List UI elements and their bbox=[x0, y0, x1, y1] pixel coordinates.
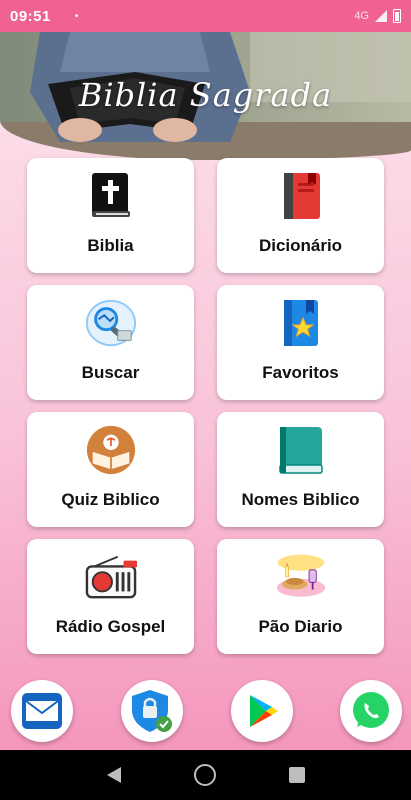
notification-dot: • bbox=[74, 10, 79, 22]
dictionary-book-icon bbox=[275, 170, 327, 222]
mail-icon bbox=[22, 693, 62, 729]
quiz-book-icon bbox=[85, 424, 137, 476]
app-title: Biblia Sagrada bbox=[78, 76, 333, 114]
network-label: 4G bbox=[354, 10, 369, 22]
whatsapp-shortcut[interactable] bbox=[340, 680, 402, 742]
status-bar: 09:51 • 4G bbox=[0, 0, 411, 32]
play-store-shortcut[interactable] bbox=[231, 680, 293, 742]
play-store-icon bbox=[250, 695, 278, 727]
whatsapp-icon bbox=[353, 692, 389, 728]
menu-label: Quiz Biblico bbox=[61, 490, 160, 509]
status-icons: 4G bbox=[354, 9, 401, 23]
menu-card-pao[interactable]: Pão Diario bbox=[217, 539, 384, 654]
shortcut-bar bbox=[0, 680, 411, 742]
bread-table-icon bbox=[275, 551, 327, 603]
menu-card-favoritos[interactable]: Favoritos bbox=[217, 285, 384, 400]
system-nav-bar bbox=[0, 750, 411, 800]
menu-card-nomes[interactable]: Nomes Biblico bbox=[217, 412, 384, 527]
menu-label: Buscar bbox=[81, 363, 140, 382]
menu-card-buscar[interactable]: Buscar bbox=[27, 285, 194, 400]
radio-icon bbox=[85, 551, 137, 603]
green-book-icon bbox=[275, 424, 327, 476]
home-icon[interactable] bbox=[193, 764, 216, 786]
bookmark-star-icon bbox=[275, 297, 327, 349]
security-shortcut[interactable] bbox=[121, 680, 183, 742]
security-shield-icon bbox=[132, 690, 172, 732]
back-icon[interactable] bbox=[106, 767, 121, 783]
menu-grid: Biblia Dicionário Buscar Favoritos Quiz … bbox=[27, 158, 384, 654]
mail-shortcut[interactable] bbox=[11, 680, 73, 742]
recents-icon[interactable] bbox=[288, 767, 305, 783]
menu-label: Favoritos bbox=[262, 363, 339, 382]
menu-label: Rádio Gospel bbox=[55, 617, 166, 636]
menu-card-dicionario[interactable]: Dicionário bbox=[217, 158, 384, 273]
menu-card-quiz[interactable]: Quiz Biblico bbox=[27, 412, 194, 527]
menu-card-radio[interactable]: Rádio Gospel bbox=[27, 539, 194, 654]
header-banner: Biblia Sagrada bbox=[0, 32, 411, 160]
menu-label: Nomes Biblico bbox=[241, 490, 360, 509]
menu-label: Pão Diario bbox=[258, 617, 343, 636]
bible-book-icon bbox=[85, 170, 137, 222]
signal-icon bbox=[375, 10, 387, 22]
menu-label: Biblia bbox=[87, 236, 134, 255]
battery-icon bbox=[393, 9, 401, 23]
status-time: 09:51 bbox=[10, 7, 51, 25]
menu-label: Dicionário bbox=[258, 236, 343, 255]
search-magnifier-icon bbox=[85, 297, 137, 349]
menu-card-biblia[interactable]: Biblia bbox=[27, 158, 194, 273]
